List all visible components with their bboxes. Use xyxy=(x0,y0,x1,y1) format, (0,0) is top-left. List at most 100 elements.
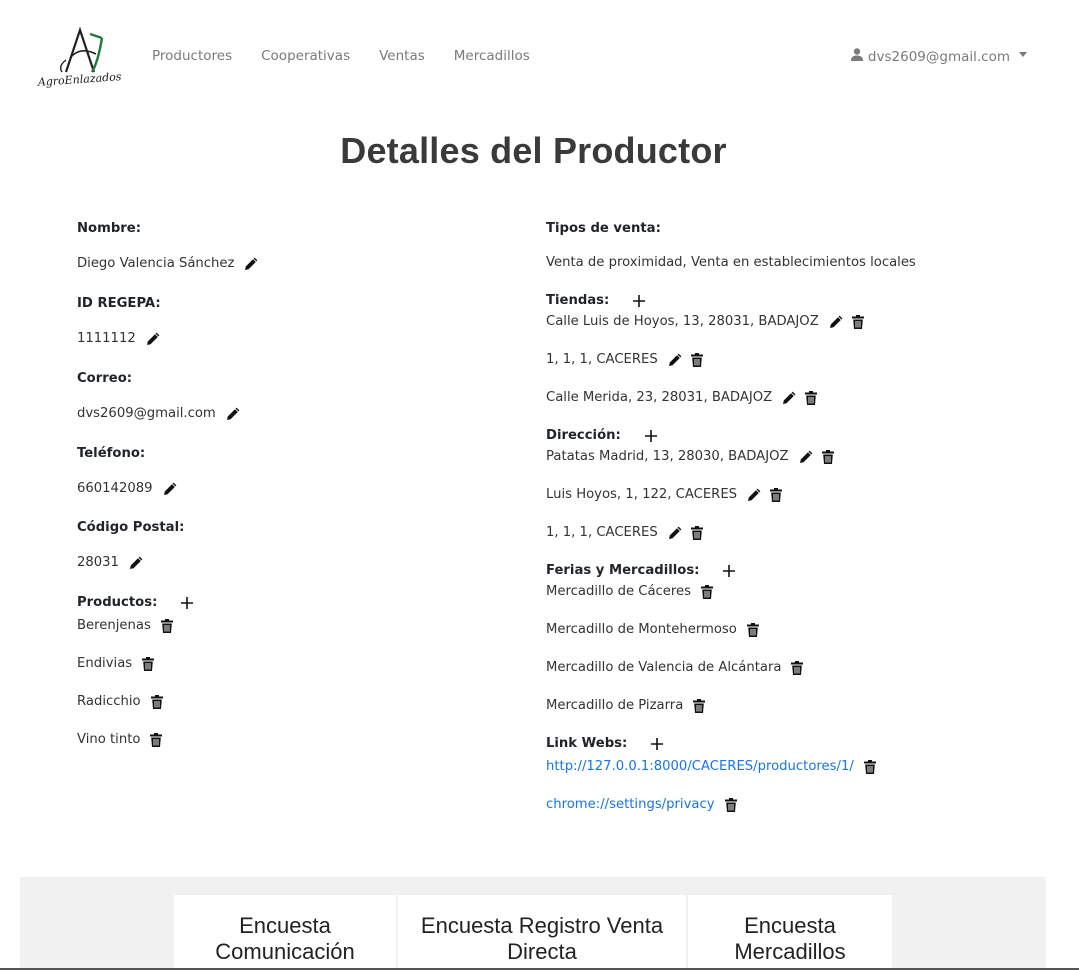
survey-card-mercadillos[interactable]: Encuesta Mercadillos xyxy=(688,895,892,970)
survey-card-venta-directa[interactable]: Encuesta Registro Venta Directa xyxy=(398,895,686,970)
tienda-item: Calle Merida, 23, 28031, BADAJOZ xyxy=(546,390,1026,406)
nav-mercadillos[interactable]: Mercadillos xyxy=(454,48,530,64)
producto-name: Vino tinto xyxy=(77,732,141,747)
cp-value: 28031 xyxy=(77,555,119,570)
delete-producto-trash-icon[interactable] xyxy=(150,733,163,747)
regepa-value: 1111112 xyxy=(77,331,136,346)
telefono-label: Teléfono: xyxy=(77,446,146,461)
tienda-address: Calle Luis de Hoyos, 13, 28031, BADAJOZ xyxy=(546,314,819,329)
delete-tienda-trash-icon[interactable] xyxy=(805,391,818,405)
tienda-address: Calle Merida, 23, 28031, BADAJOZ xyxy=(546,390,773,405)
delete-feria-trash-icon[interactable] xyxy=(746,623,759,637)
chevron-down-icon xyxy=(1019,52,1027,57)
edit-tienda-pencil-icon[interactable] xyxy=(782,391,796,405)
web-link[interactable]: chrome://settings/privacy xyxy=(546,797,715,813)
direccion-item: Luis Hoyos, 1, 122, CACERES xyxy=(546,487,1026,503)
cp-label: Código Postal: xyxy=(77,520,185,535)
feria-name: Mercadillo de Pizarra xyxy=(546,698,684,713)
user-icon xyxy=(850,48,868,65)
tiendas-label: Tiendas: xyxy=(546,293,610,308)
delete-producto-trash-icon[interactable] xyxy=(150,695,163,709)
delete-producto-trash-icon[interactable] xyxy=(142,657,155,671)
telefono-value: 660142089 xyxy=(77,481,153,496)
producto-name: Radicchio xyxy=(77,694,141,709)
correo-row: dvs2609@gmail.com xyxy=(77,406,497,422)
feria-name: Mercadillo de Cáceres xyxy=(546,584,692,599)
cp-row: 28031 xyxy=(77,555,497,571)
add-tienda-plus-icon[interactable] xyxy=(633,295,646,307)
edit-tienda-pencil-icon[interactable] xyxy=(668,353,682,367)
nombre-row: Diego Valencia Sánchez xyxy=(77,256,497,272)
edit-direccion-pencil-icon[interactable] xyxy=(668,526,682,540)
direccion-item: Patatas Madrid, 13, 28030, BADAJOZ xyxy=(546,449,1026,465)
links-label: Link Webs: xyxy=(546,736,628,751)
ferias-label: Ferias y Mercadillos: xyxy=(546,563,700,578)
add-feria-plus-icon[interactable] xyxy=(723,565,736,577)
productos-label: Productos: xyxy=(77,595,158,610)
tiendas-heading: Tiendas: xyxy=(546,290,1026,312)
regepa-label: ID REGEPA: xyxy=(77,296,161,311)
ferias-heading: Ferias y Mercadillos: xyxy=(546,560,1026,582)
producer-sales-info: Tipos de venta: Venta de proximidad, Ven… xyxy=(546,218,1026,813)
producto-item: Radicchio xyxy=(77,694,497,710)
producto-name: Berenjenas xyxy=(77,618,151,633)
edit-telefono-pencil-icon[interactable] xyxy=(163,482,177,496)
agroenlazados-logo[interactable]: AgroEnlazados xyxy=(36,26,124,90)
delete-direccion-trash-icon[interactable] xyxy=(690,526,703,540)
link-item: chrome://settings/privacy xyxy=(546,797,1026,813)
user-email: dvs2609@gmail.com xyxy=(867,48,1010,65)
links-heading: Link Webs: xyxy=(546,733,1026,755)
web-link[interactable]: http://127.0.0.1:8000/CACERES/productore… xyxy=(546,759,854,775)
link-item: http://127.0.0.1:8000/CACERES/productore… xyxy=(546,759,1026,775)
producto-item: Vino tinto xyxy=(77,732,497,748)
producer-basic-info: Nombre: Diego Valencia Sánchez ID REGEPA… xyxy=(77,218,497,748)
productos-heading: Productos: xyxy=(77,592,497,614)
navbar: AgroEnlazados Productores Cooperativas V… xyxy=(0,0,1079,110)
delete-direccion-trash-icon[interactable] xyxy=(770,488,783,502)
edit-correo-pencil-icon[interactable] xyxy=(226,407,240,421)
delete-feria-trash-icon[interactable] xyxy=(791,661,804,675)
correo-value: dvs2609@gmail.com xyxy=(77,406,216,421)
delete-tienda-trash-icon[interactable] xyxy=(851,315,864,329)
feria-item: Mercadillo de Montehermoso xyxy=(546,622,1026,638)
edit-direccion-pencil-icon[interactable] xyxy=(747,488,761,502)
survey-card-comunicacion[interactable]: Encuesta Comunicación xyxy=(174,895,396,970)
direccion-item: 1, 1, 1, CACERES xyxy=(546,525,1026,541)
svg-text:AgroEnlazados: AgroEnlazados xyxy=(36,70,122,89)
edit-regepa-pencil-icon[interactable] xyxy=(146,332,160,346)
feria-name: Mercadillo de Montehermoso xyxy=(546,622,737,637)
tipos-label: Tipos de venta: xyxy=(546,221,661,236)
main-nav: Productores Cooperativas Ventas Mercadil… xyxy=(152,48,559,64)
tienda-item: 1, 1, 1, CACERES xyxy=(546,352,1026,368)
feria-item: Mercadillo de Cáceres xyxy=(546,584,1026,600)
tienda-item: Calle Luis de Hoyos, 13, 28031, BADAJOZ xyxy=(546,314,1026,330)
edit-direccion-pencil-icon[interactable] xyxy=(799,450,813,464)
nav-ventas[interactable]: Ventas xyxy=(379,48,425,64)
surveys-section: Encuesta Comunicación Encuesta Registro … xyxy=(20,877,1046,970)
direccion-address: Patatas Madrid, 13, 28030, BADAJOZ xyxy=(546,449,789,464)
correo-label: Correo: xyxy=(77,371,133,386)
edit-cp-pencil-icon[interactable] xyxy=(129,556,143,570)
direccion-label: Dirección: xyxy=(546,428,621,443)
feria-item: Mercadillo de Valencia de Alcántara xyxy=(546,660,1026,676)
producto-item: Berenjenas xyxy=(77,618,497,634)
delete-link-trash-icon[interactable] xyxy=(724,798,737,812)
delete-link-trash-icon[interactable] xyxy=(863,760,876,774)
add-direccion-plus-icon[interactable] xyxy=(644,430,657,442)
direccion-address: Luis Hoyos, 1, 122, CACERES xyxy=(546,487,738,502)
delete-feria-trash-icon[interactable] xyxy=(693,699,706,713)
user-dropdown[interactable]: dvs2609@gmail.com xyxy=(850,48,1027,65)
delete-feria-trash-icon[interactable] xyxy=(701,585,714,599)
nav-productores[interactable]: Productores xyxy=(152,48,232,64)
add-producto-plus-icon[interactable] xyxy=(181,597,194,609)
nombre-value: Diego Valencia Sánchez xyxy=(77,256,235,271)
nav-cooperativas[interactable]: Cooperativas xyxy=(261,48,350,64)
delete-direccion-trash-icon[interactable] xyxy=(821,450,834,464)
page-title: Detalles del Productor xyxy=(340,130,727,171)
add-link-plus-icon[interactable] xyxy=(651,738,664,750)
edit-tienda-pencil-icon[interactable] xyxy=(829,315,843,329)
delete-producto-trash-icon[interactable] xyxy=(160,619,173,633)
edit-nombre-pencil-icon[interactable] xyxy=(244,257,258,271)
delete-tienda-trash-icon[interactable] xyxy=(690,353,703,367)
telefono-row: 660142089 xyxy=(77,481,497,497)
